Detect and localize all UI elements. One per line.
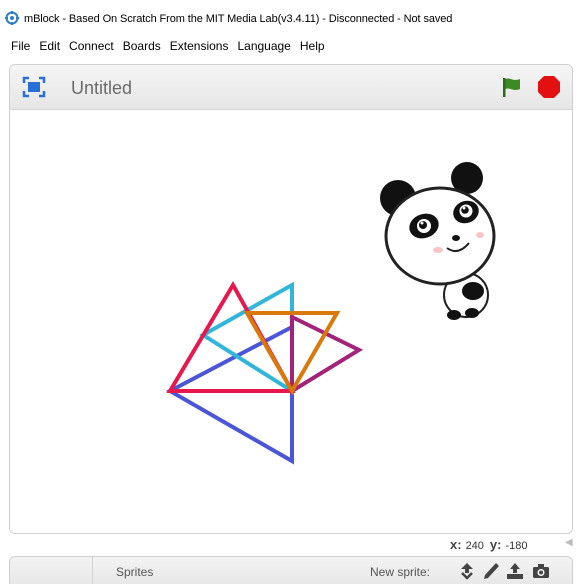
stage-header: Untitled (10, 65, 572, 110)
camera-sprite-icon[interactable] (531, 561, 551, 581)
menu-bar: File Edit Connect Boards Extensions Lang… (0, 36, 581, 56)
x-label: x: (450, 537, 462, 552)
blue-triangle (165, 323, 294, 465)
stage-panel: Untitled (9, 64, 573, 534)
menu-boards[interactable]: Boards (123, 39, 161, 53)
menu-extensions[interactable]: Extensions (170, 39, 229, 53)
panda-sprite (380, 162, 496, 320)
sprites-label: Sprites (116, 565, 154, 579)
mouse-coordinates: x: 240 y: -180 (450, 537, 534, 552)
sprite-bar: Sprites New sprite: (9, 556, 573, 584)
menu-language[interactable]: Language (237, 39, 290, 53)
menu-help[interactable]: Help (300, 39, 325, 53)
new-sprite-label: New sprite: (370, 565, 431, 579)
collapse-arrow-icon[interactable]: ◀ (565, 537, 575, 551)
project-title[interactable]: Untitled (71, 78, 132, 99)
menu-edit[interactable]: Edit (39, 39, 60, 53)
title-bar: mBlock - Based On Scratch From the MIT M… (0, 0, 581, 36)
divider (92, 557, 93, 584)
purple-triangle (290, 313, 364, 395)
green-flag-icon[interactable] (500, 76, 524, 98)
window-title: mBlock - Based On Scratch From the MIT M… (24, 13, 453, 25)
upload-sprite-icon[interactable] (505, 561, 525, 581)
y-label: y: (489, 537, 502, 552)
choose-sprite-icon[interactable] (457, 561, 477, 581)
paint-sprite-icon[interactable] (481, 561, 501, 581)
pen-drawing (165, 162, 496, 465)
menu-connect[interactable]: Connect (69, 39, 114, 53)
mblock-app-icon (5, 11, 19, 25)
stage-canvas[interactable] (10, 110, 572, 533)
stage-mode-icon[interactable] (22, 76, 46, 98)
x-value: 240 (465, 540, 484, 552)
y-value: -180 (505, 540, 528, 552)
cyan-triangle (199, 281, 294, 395)
stop-icon[interactable] (537, 75, 561, 99)
menu-file[interactable]: File (11, 39, 30, 53)
